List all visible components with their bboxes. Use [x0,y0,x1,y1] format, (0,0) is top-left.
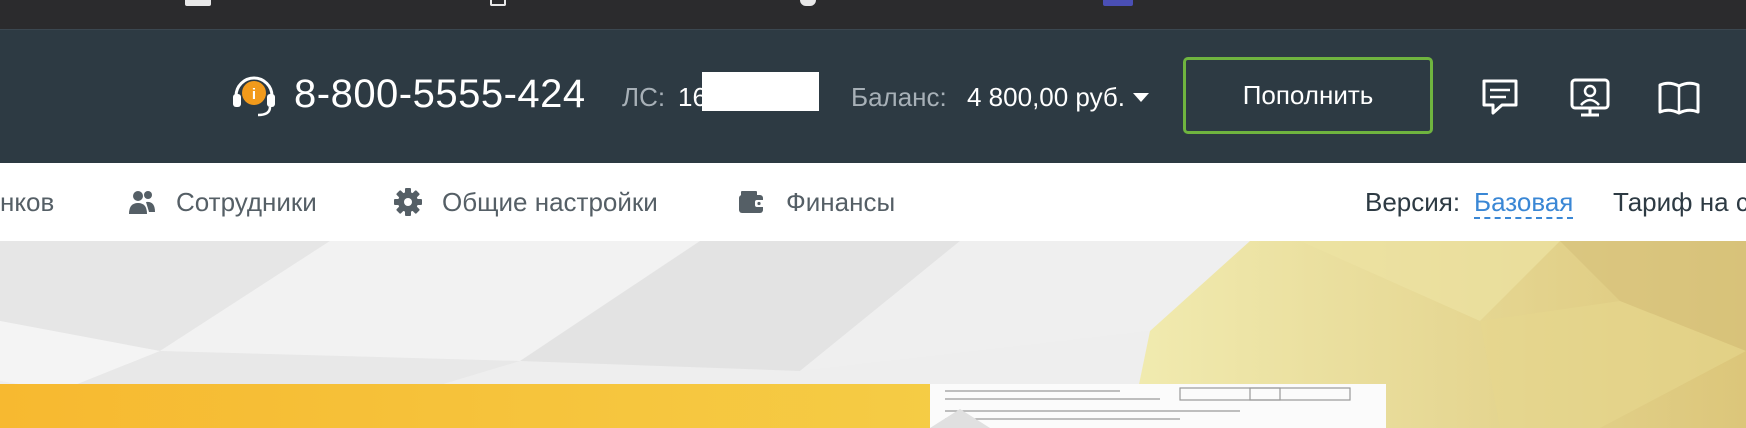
tab-fragment [1103,0,1133,6]
tab-fragment [490,0,506,6]
tab-fragment [185,0,211,6]
wallet-icon [739,191,765,213]
nav-item-employees[interactable]: Сотрудники [126,163,317,241]
user-monitor-icon[interactable] [1568,75,1612,119]
balance-label: Баланс: [851,82,947,112]
version-label: Версия: [1365,187,1461,217]
version-link[interactable]: Базовая [1474,187,1574,219]
svg-text:i: i [252,86,256,103]
balance-value[interactable]: 4 800,00 руб. [967,81,1125,113]
balance-dropdown-icon[interactable] [1133,93,1149,102]
nav-item-label: Финансы [786,186,896,217]
main-navigation: нков Сотрудники Общие настройки Финансы … [0,163,1746,241]
account-label: ЛС: [622,82,666,112]
nav-item-label: Общие настройки [442,186,658,217]
nav-item-label: Сотрудники [176,186,317,217]
nav-item-partial[interactable]: нков [0,163,54,241]
book-icon[interactable] [1657,75,1701,119]
nav-item-finance[interactable]: Финансы [736,163,895,241]
account-number-redaction [702,72,819,111]
users-icon [129,191,155,214]
nav-item-label: нков [0,186,55,217]
tab-fragment [800,0,816,6]
header-divider [0,29,1746,30]
support-phone[interactable]: 8-800-5555-424 [294,70,586,118]
nav-item-general-settings[interactable]: Общие настройки [392,163,658,241]
support-headset-icon[interactable]: i [230,70,278,118]
topup-button[interactable]: Пополнить [1183,57,1433,134]
chat-icon[interactable] [1478,75,1522,119]
browser-tab-strip [0,0,1746,29]
promo-banner[interactable] [0,241,1746,428]
tariff-link[interactable]: Тариф на с [1613,187,1746,218]
banner-background [0,241,1746,428]
gear-icon [394,188,422,216]
